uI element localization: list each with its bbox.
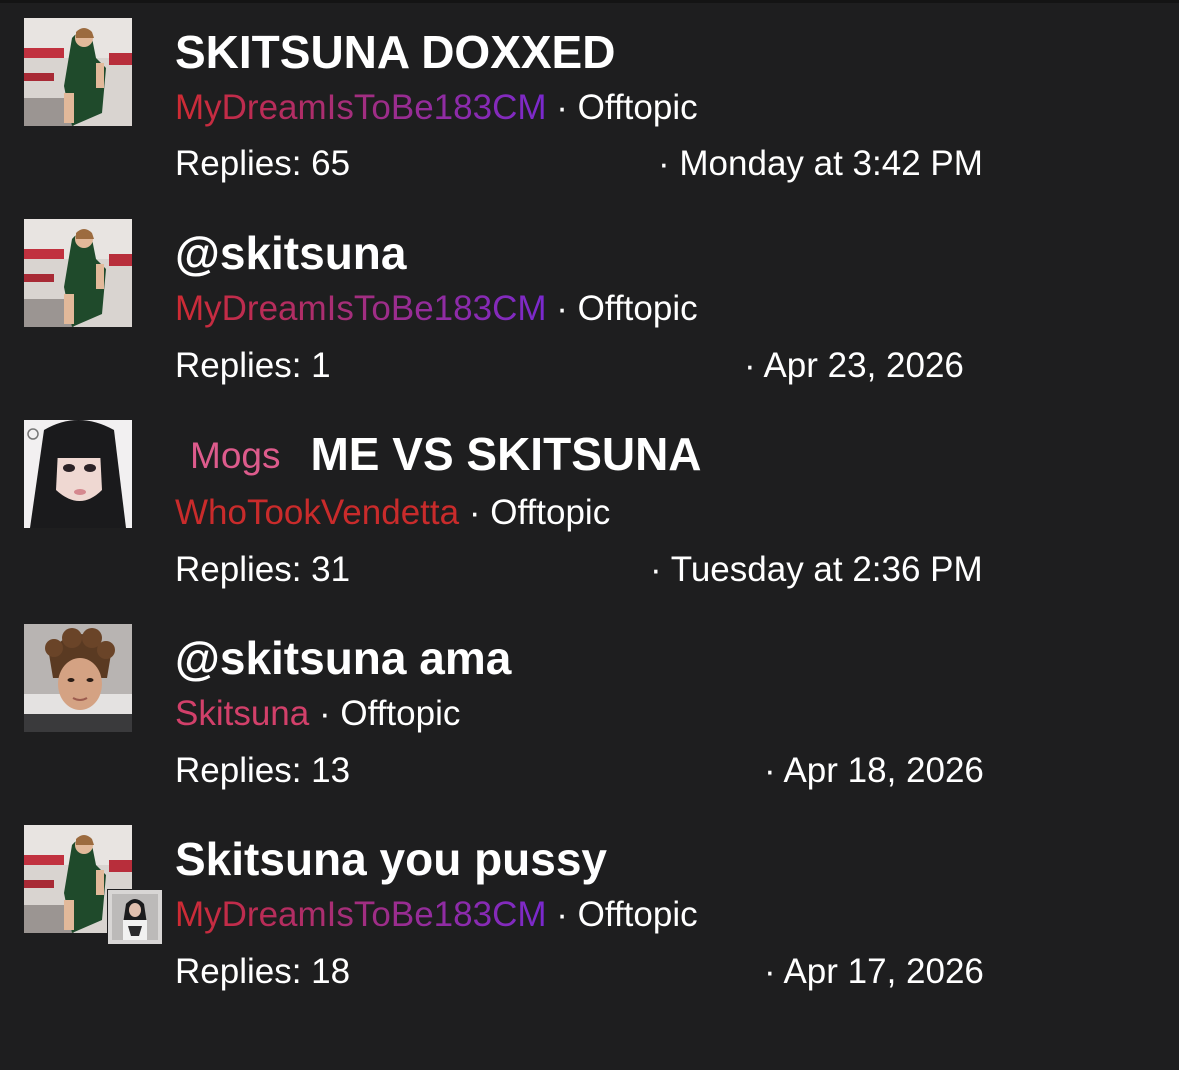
date-separator: · [764, 952, 776, 991]
meta-separator: · [556, 895, 568, 934]
date-text[interactable]: Apr 17, 2026 [783, 952, 983, 991]
author-link[interactable]: MyDreamIsToBe183CM [175, 88, 547, 127]
thread-item[interactable]: @skitsuna ama Skitsuna · Offtopic Replie… [0, 606, 1179, 806]
forum-link[interactable]: Offtopic [578, 289, 698, 328]
thread-title-text[interactable]: ME VS SKITSUNA [310, 428, 701, 480]
thread-date[interactable]: · Apr 17, 2026 [764, 952, 984, 992]
user-avatar-anime-girl[interactable] [24, 420, 132, 528]
reply-count: Replies: 18 [175, 952, 351, 991]
reply-count: Replies: 65 [175, 144, 351, 183]
thread-title[interactable]: @skitsuna [175, 227, 406, 279]
reply-count: Replies: 1 [175, 346, 331, 385]
reply-count: Replies: 13 [175, 751, 351, 790]
thread-title[interactable]: @skitsuna ama [175, 632, 511, 684]
user-avatar-curly-hair[interactable] [24, 624, 132, 732]
thread-title-text[interactable]: Skitsuna you pussy [175, 833, 607, 885]
thread-meta: MyDreamIsToBe183CM · Offtopic [175, 895, 698, 935]
author-link[interactable]: MyDreamIsToBe183CM [175, 289, 547, 328]
thread-date[interactable]: · Monday at 3:42 PM [658, 144, 983, 184]
thread-title-text[interactable]: @skitsuna ama [175, 632, 511, 684]
author-link[interactable]: Skitsuna [175, 694, 309, 733]
date-text[interactable]: Apr 18, 2026 [783, 751, 983, 790]
user-avatar-gym-athlete[interactable] [24, 18, 132, 126]
thread-item[interactable]: Mogs ME VS SKITSUNA WhoTookVendetta · Off… [0, 402, 1179, 602]
forum-link[interactable]: Offtopic [578, 895, 698, 934]
author-link[interactable]: WhoTookVendetta [175, 493, 459, 532]
thread-meta: MyDreamIsToBe183CM · Offtopic [175, 88, 698, 128]
thread-title[interactable]: Mogs ME VS SKITSUNA [175, 428, 702, 482]
secondary-avatar-mirror-selfie[interactable] [108, 890, 162, 944]
date-text[interactable]: Tuesday at 2:36 PM [671, 550, 983, 589]
meta-separator: · [468, 493, 481, 532]
thread-date[interactable]: · Tuesday at 2:36 PM [650, 550, 983, 590]
date-text[interactable]: Monday at 3:42 PM [679, 144, 983, 183]
author-link[interactable]: MyDreamIsToBe183CM [175, 895, 547, 934]
thread-meta: MyDreamIsToBe183CM · Offtopic [175, 289, 698, 329]
meta-separator: · [318, 694, 331, 733]
date-separator: · [764, 751, 776, 790]
thread-title-text[interactable]: @skitsuna [175, 227, 406, 279]
reply-count: Replies: 31 [175, 550, 351, 589]
meta-separator: · [556, 289, 568, 328]
user-avatar-gym-athlete[interactable] [24, 219, 132, 327]
thread-meta: WhoTookVendetta · Offtopic [175, 493, 610, 533]
thread-date[interactable]: · Apr 18, 2026 [764, 751, 984, 791]
thread-title[interactable]: SKITSUNA DOXXED [175, 26, 615, 78]
thread-item[interactable]: SKITSUNA DOXXED MyDreamIsToBe183CM · Off… [0, 0, 1179, 200]
forum-link[interactable]: Offtopic [340, 694, 460, 733]
thread-meta: Skitsuna · Offtopic [175, 694, 460, 734]
meta-separator: · [556, 88, 568, 127]
forum-link[interactable]: Offtopic [578, 88, 698, 127]
forum-link[interactable]: Offtopic [490, 493, 610, 532]
thread-title[interactable]: Skitsuna you pussy [175, 833, 607, 885]
thread-date[interactable]: · Apr 23, 2026 [744, 346, 964, 386]
date-separator: · [744, 346, 756, 385]
thread-title-text[interactable]: SKITSUNA DOXXED [175, 26, 615, 78]
date-text[interactable]: Apr 23, 2026 [763, 346, 963, 385]
thread-item[interactable]: Skitsuna you pussy MyDreamIsToBe183CM · … [0, 807, 1179, 1007]
thread-item[interactable]: @skitsuna MyDreamIsToBe183CM · Offtopic … [0, 201, 1179, 401]
date-separator: · [650, 550, 662, 589]
thread-prefix-label[interactable]: Mogs [190, 435, 280, 476]
date-separator: · [658, 144, 670, 183]
